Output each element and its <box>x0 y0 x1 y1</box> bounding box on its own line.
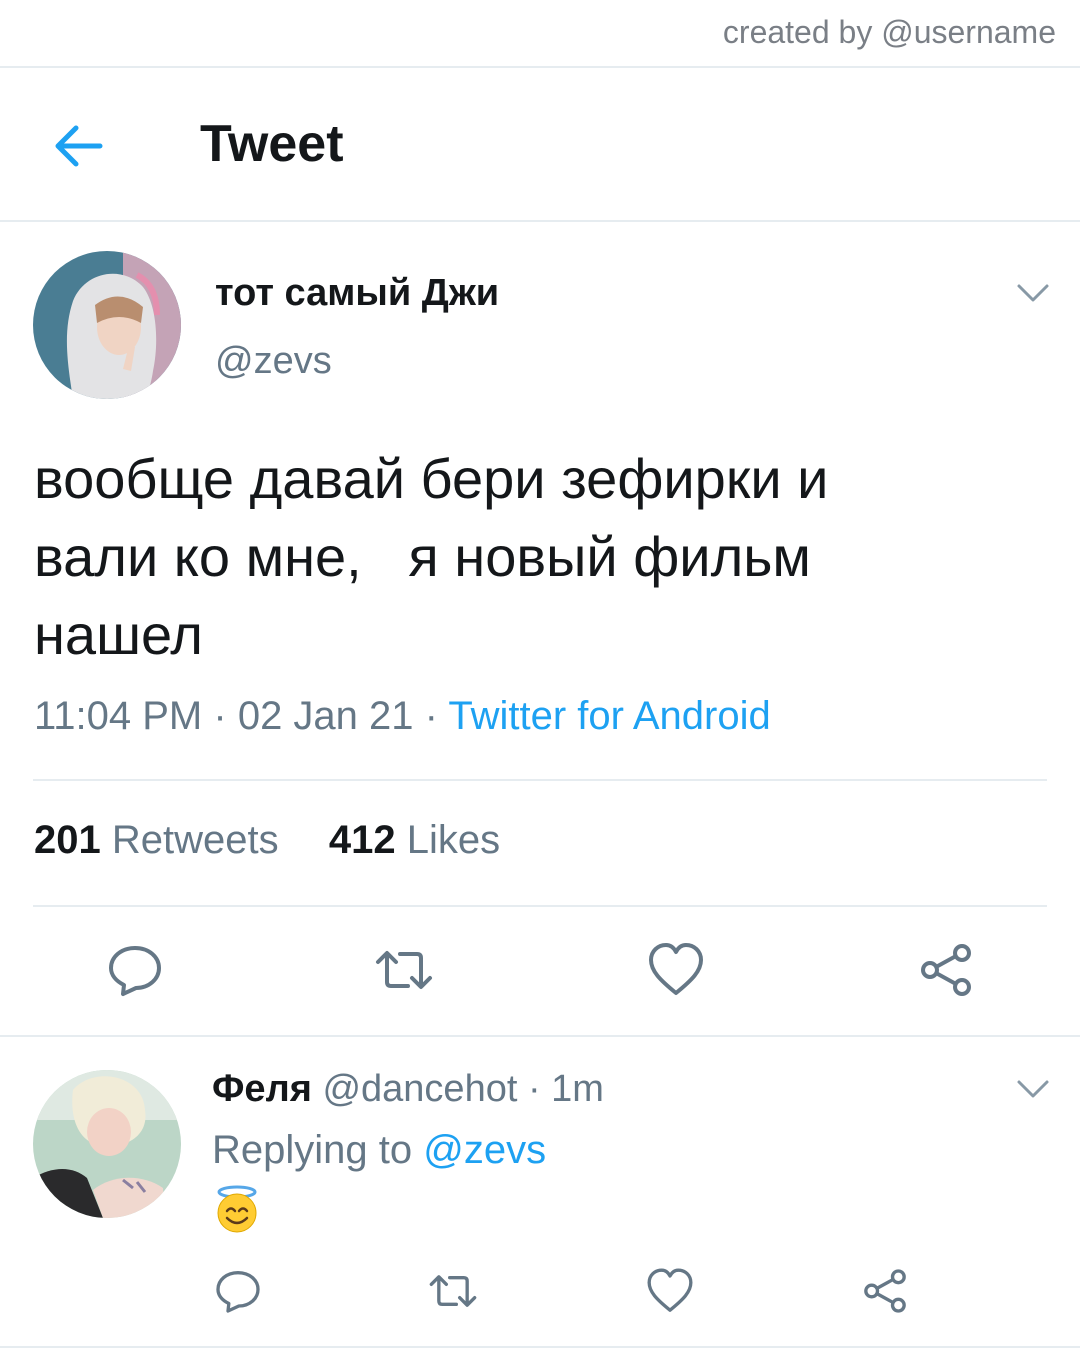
likes-stat[interactable]: 412 Likes <box>329 818 500 862</box>
reply-author-name[interactable]: Феля <box>212 1068 312 1110</box>
header-divider <box>0 220 1080 222</box>
back-button[interactable] <box>52 122 104 170</box>
meta-separator: · <box>424 694 438 738</box>
tweet-meta: 11:04 PM · 02 Jan 21 · Twitter for Andro… <box>34 694 771 739</box>
reply-author-handle[interactable]: @dancehot <box>322 1068 517 1110</box>
divider <box>0 1346 1080 1348</box>
author-avatar[interactable] <box>33 251 181 399</box>
retweet-button[interactable] <box>374 940 434 1000</box>
reply-button[interactable] <box>105 940 165 1000</box>
reply-reply-button[interactable] <box>213 1266 263 1316</box>
author-name[interactable]: тот самый Джи <box>215 272 499 315</box>
tweet-time: 11:04 PM <box>34 694 203 738</box>
reply-icon <box>216 1271 260 1313</box>
avatar-image <box>33 1070 181 1218</box>
meta-separator: · <box>213 694 227 738</box>
divider <box>0 66 1080 68</box>
reply-time[interactable]: 1m <box>551 1068 604 1110</box>
section-divider <box>0 1035 1080 1037</box>
replying-prefix: Replying to <box>212 1128 413 1172</box>
author-handle[interactable]: @zevs <box>215 340 332 383</box>
heart-icon <box>647 1268 693 1312</box>
divider <box>33 905 1047 907</box>
divider <box>33 779 1047 781</box>
reply-share-button[interactable] <box>860 1266 910 1316</box>
heart-icon <box>649 943 703 995</box>
avatar-image <box>33 251 181 399</box>
reply-icon <box>109 946 161 996</box>
likes-count: 412 <box>328 818 396 862</box>
tweet-stats: 201 Retweets 412 Likes <box>34 818 500 863</box>
likes-label: Likes <box>406 818 501 862</box>
watermark: created by @username <box>722 14 1056 50</box>
retweets-stat[interactable]: 201 Retweets <box>34 818 279 862</box>
share-icon <box>921 944 971 996</box>
share-icon <box>864 1269 906 1313</box>
reply-menu-button[interactable] <box>1016 1078 1050 1100</box>
smiling-face-with-halo-icon <box>212 1184 262 1234</box>
tweet-text: вообще давай бери зефирки и вали ко мне,… <box>34 447 829 666</box>
retweets-count: 201 <box>34 818 101 862</box>
retweet-icon <box>376 951 432 989</box>
reply-retweet-button[interactable] <box>428 1266 478 1316</box>
replying-handle-link[interactable]: @zevs <box>423 1128 546 1172</box>
replying-to: Replying to @zevs <box>212 1128 546 1173</box>
reply-author-avatar[interactable] <box>33 1070 181 1218</box>
page-title: Tweet <box>200 115 344 173</box>
chevron-down-icon <box>1017 284 1049 302</box>
arrow-left-icon <box>55 125 103 167</box>
reply-header: Феля @dancehot · 1m <box>212 1068 604 1111</box>
tweet-source-link[interactable]: Twitter for Android <box>448 694 770 738</box>
tweet-menu-button[interactable] <box>1016 282 1050 304</box>
chevron-down-icon <box>1017 1080 1049 1098</box>
tweet-date: 02 Jan 21 <box>237 694 414 738</box>
meta-separator: · <box>527 1068 541 1110</box>
share-button[interactable] <box>916 940 976 1000</box>
retweet-icon <box>429 1275 477 1307</box>
like-button[interactable] <box>646 940 706 1000</box>
retweets-label: Retweets <box>111 818 279 862</box>
reply-like-button[interactable] <box>645 1266 695 1316</box>
